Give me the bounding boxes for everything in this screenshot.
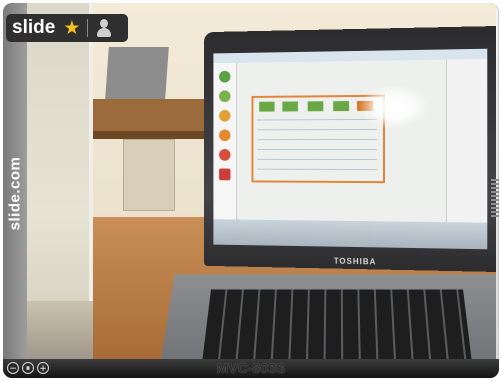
- user-icon[interactable]: [95, 18, 113, 38]
- grid-row: [257, 138, 377, 141]
- slide-photo[interactable]: TOSHIBA: [27, 3, 496, 361]
- slide-logo[interactable]: slide ★: [6, 14, 128, 42]
- brand-rail: slide.com: [3, 3, 27, 378]
- user-icon-head: [100, 19, 109, 28]
- grid-row: [257, 118, 377, 121]
- wooden-shelf: [93, 99, 213, 133]
- grid-header: [259, 101, 275, 112]
- grid-row: [257, 168, 377, 171]
- star-icon[interactable]: ★: [63, 19, 80, 38]
- grid-header: [333, 101, 350, 112]
- laptop-screen: [213, 48, 488, 250]
- red-tool-icon: [219, 168, 231, 181]
- red-tool-icon: [219, 149, 231, 161]
- pause-button[interactable]: ⏸: [22, 362, 34, 374]
- app-sidebar: [213, 62, 238, 220]
- slide-caption: MVC-803S: [216, 360, 286, 376]
- floor-area: [27, 301, 93, 361]
- control-bar: MVC-803S − ⏸ +: [3, 359, 499, 378]
- grid-header: [307, 101, 324, 112]
- background-laptop: [105, 47, 169, 99]
- os-taskbar: [213, 219, 488, 250]
- orange-tool-icon: [219, 129, 231, 142]
- site-label[interactable]: slide.com: [7, 124, 24, 264]
- laptop-lid: TOSHIBA: [203, 25, 496, 273]
- logo-wordmark: slide: [12, 17, 56, 38]
- grid-row: [257, 158, 377, 161]
- light-glare: [358, 84, 430, 129]
- user-icon-body: [97, 28, 112, 37]
- green-tool-icon: [219, 70, 231, 83]
- slideshow-widget: slide.com TOSHIBA MVC-803S − ⏸ + slide ★: [0, 0, 502, 381]
- slideshow-frame: slide.com TOSHIBA MVC-803S − ⏸ +: [3, 3, 499, 378]
- cabinet: [123, 139, 175, 211]
- orange-tool-icon: [219, 109, 231, 122]
- laptop-keyboard-deck: [158, 274, 496, 361]
- next-button[interactable]: +: [37, 362, 49, 374]
- playback-controls: − ⏸ +: [7, 362, 49, 374]
- wall-panel: [27, 3, 93, 361]
- grid-row: [257, 149, 377, 151]
- grid-row: [257, 128, 377, 131]
- keyboard-keys: [202, 289, 472, 361]
- shelf-edge: [93, 131, 213, 139]
- resize-grip[interactable]: [491, 179, 499, 219]
- grid-header: [282, 101, 298, 112]
- green-tool-icon: [219, 90, 231, 103]
- logo-divider: [87, 19, 89, 37]
- previous-button[interactable]: −: [7, 362, 19, 374]
- app-right-panel: [445, 58, 488, 223]
